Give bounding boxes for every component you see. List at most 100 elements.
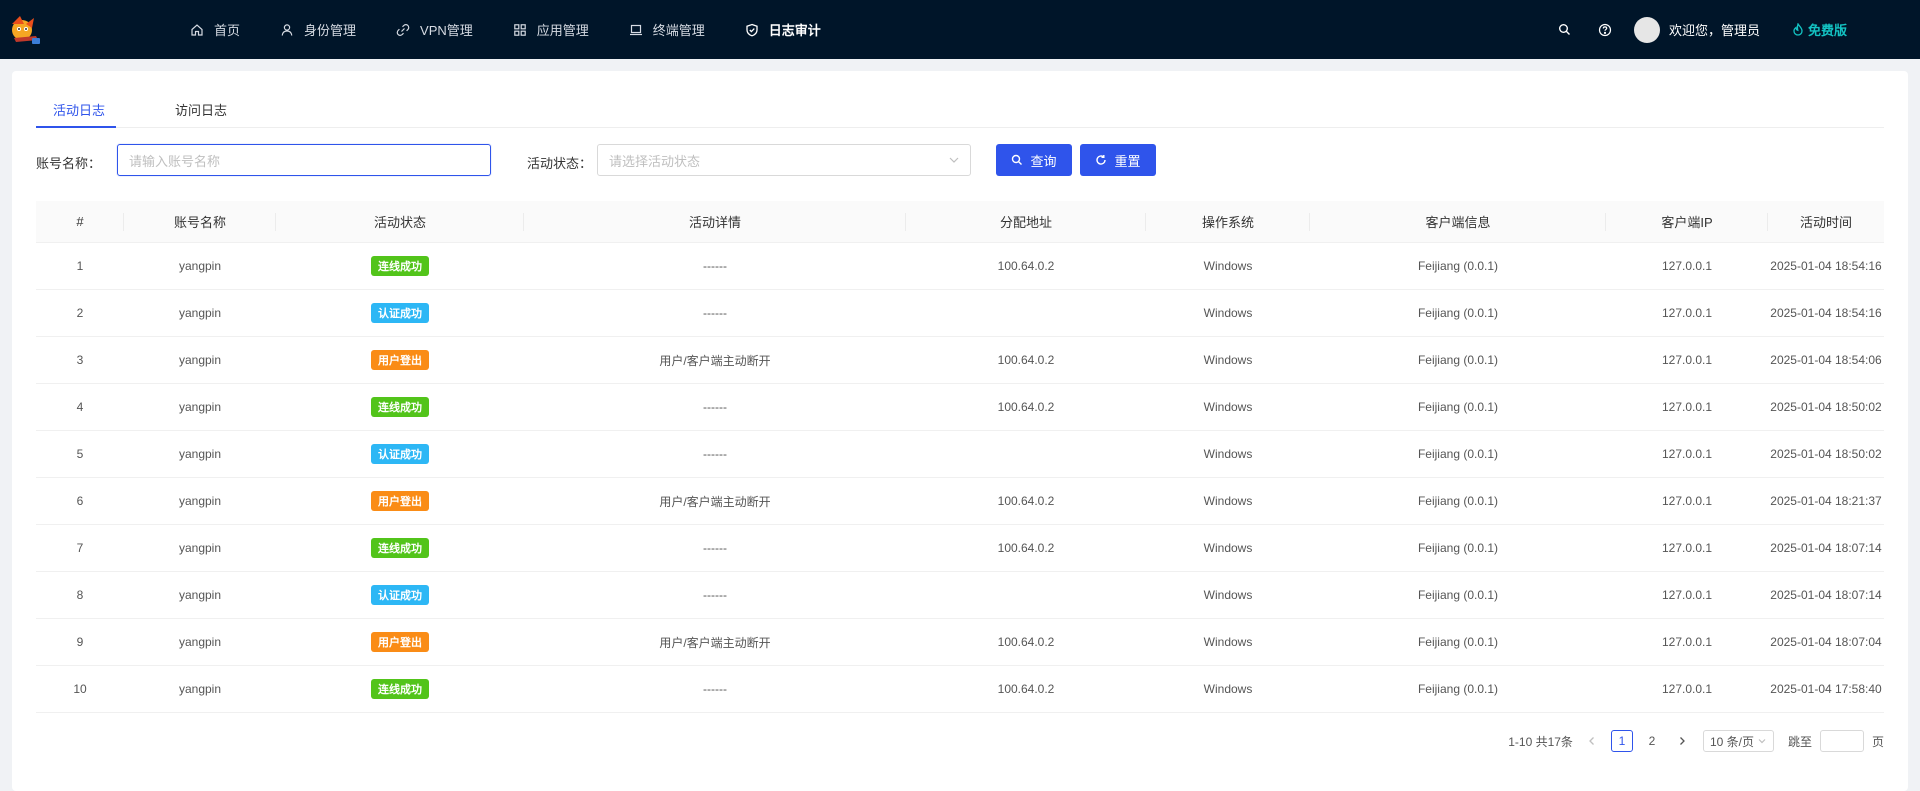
nav-item-apps[interactable]: 应用管理 (513, 0, 589, 59)
table-cell-account: yangpin (178, 400, 222, 414)
account-filter-label: 账号名称： (36, 156, 102, 171)
help-button[interactable] (1598, 23, 1612, 37)
table-cell-status: 用户登出 (276, 619, 524, 665)
avatar[interactable] (1633, 16, 1660, 43)
table-cell-client: Feijiang (0.0.1) (1417, 447, 1499, 461)
table-cell-time: 2025-01-04 18:07:14 (1770, 541, 1882, 555)
table-row: 9 yangpin 用户登出 用户/客户端主动断开 100.64.0.2 Windows F… (36, 619, 1884, 666)
table-cell-address: 100.64.0.2 (997, 400, 1055, 414)
nav-item-log-audit[interactable]: 日志审计 (745, 0, 821, 59)
tab-activity-log[interactable]: 活动日志 (53, 100, 105, 119)
page-1-button[interactable]: 1 (1610, 730, 1633, 752)
table-cell-index: 4 (76, 400, 84, 414)
search-icon (1558, 24, 1570, 35)
laptop-icon (629, 24, 642, 35)
table-cell-detail: 用户/客户端主动断开 (659, 635, 771, 650)
edition-link[interactable]: 免费版 (1792, 20, 1847, 39)
status-badge: 连线成功 (371, 256, 429, 276)
table-cell-detail: ------ (703, 541, 727, 555)
column-header-detail: 活动详情 (524, 201, 906, 242)
chevron-down-icon (949, 157, 959, 163)
table-cell-client: Feijiang (0.0.1) (1417, 541, 1499, 555)
table-cell-os: Windows (1203, 259, 1253, 273)
column-header-account: 账号名称 (124, 201, 276, 242)
table-row: 7 yangpin 连线成功 ------ 100.64.0.2 Windows Feiji… (36, 525, 1884, 572)
table-cell-account: yangpin (178, 447, 222, 461)
table-cell-index: 9 (76, 635, 84, 649)
table-cell-ip: 127.0.0.1 (1661, 588, 1713, 602)
column-header-index: # (36, 201, 124, 242)
status-badge: 认证成功 (371, 303, 429, 323)
jump-label: 跳至 (1787, 734, 1812, 749)
table-cell-address (906, 572, 1146, 618)
status-select[interactable]: 请选择活动状态 (597, 144, 971, 176)
table-cell-ip: 127.0.0.1 (1661, 682, 1713, 696)
search-button[interactable]: 查询 (996, 144, 1072, 176)
table-cell-client: Feijiang (0.0.1) (1417, 635, 1499, 649)
table-row: 8 yangpin 认证成功 ------ Windows Feijiang (0.0.1… (36, 572, 1884, 619)
nav-item-vpn[interactable]: VPN管理 (396, 0, 473, 59)
home-icon (191, 23, 203, 36)
table-cell-index: 2 (76, 306, 84, 320)
search-button[interactable] (1558, 23, 1571, 36)
nav-item-terminal[interactable]: 终端管理 (629, 0, 705, 59)
account-name-input[interactable]: 请输入账号名称 (117, 144, 491, 176)
nav-item-label: VPN管理 (420, 23, 473, 38)
table-cell-time: 2025-01-04 18:07:04 (1770, 635, 1882, 649)
status-filter-label: 活动状态： (527, 156, 593, 171)
table-cell-address (906, 290, 1146, 336)
table-cell-os: Windows (1203, 353, 1253, 367)
table-cell-account: yangpin (178, 306, 222, 320)
link-icon (396, 23, 410, 36)
table-cell-ip: 127.0.0.1 (1661, 541, 1713, 555)
reload-icon (1096, 155, 1107, 165)
welcome-text[interactable]: 欢迎您，管理员 (1669, 20, 1760, 39)
chevron-right-icon (1679, 737, 1685, 745)
prev-page-button[interactable] (1581, 730, 1603, 752)
nav-item-identity[interactable]: 身份管理 (280, 0, 356, 59)
table-cell-detail: ------ (703, 682, 727, 696)
edition-label: 免费版 (1807, 23, 1847, 38)
table-cell-ip: 127.0.0.1 (1661, 259, 1713, 273)
table-row: 10 yangpin 连线成功 ------ 100.64.0.2 Windows Feij… (36, 666, 1884, 713)
nav-item-label: 终端管理 (652, 23, 705, 38)
pagination: 1-10 共17条 1 2 10 条/页 跳至 页 (1508, 729, 1884, 753)
status-badge: 用户登出 (371, 632, 429, 652)
table-cell-os: Windows (1203, 541, 1253, 555)
table-cell-detail: ------ (703, 259, 727, 273)
reset-button[interactable]: 重置 (1080, 144, 1156, 176)
table-cell-detail: ------ (703, 306, 727, 320)
table-cell-status: 认证成功 (276, 431, 524, 477)
table-cell-status: 认证成功 (276, 572, 524, 618)
table-cell-address (906, 431, 1146, 477)
tab-access-log[interactable]: 访问日志 (175, 100, 227, 119)
table-cell-account: yangpin (178, 682, 222, 696)
table-cell-client: Feijiang (0.0.1) (1417, 588, 1499, 602)
page-suffix: 页 (1871, 734, 1884, 749)
column-header-client: 客户端信息 (1310, 201, 1606, 242)
column-header-status: 活动状态 (276, 201, 524, 242)
jump-page-input[interactable] (1819, 730, 1864, 752)
table-cell-ip: 127.0.0.1 (1661, 494, 1713, 508)
table-cell-time: 2025-01-04 18:50:02 (1770, 447, 1882, 461)
status-badge: 认证成功 (371, 585, 429, 605)
table-cell-client: Feijiang (0.0.1) (1417, 306, 1499, 320)
reset-button-label: 重置 (1114, 153, 1141, 169)
page-size-select[interactable]: 10 条/页 (1702, 730, 1774, 752)
app-logo[interactable] (6, 10, 46, 50)
table-cell-client: Feijiang (0.0.1) (1417, 400, 1499, 414)
column-header-time: 活动时间 (1799, 215, 1852, 230)
table-cell-status: 连线成功 (276, 666, 524, 712)
user-icon (281, 23, 293, 36)
page-2-button[interactable]: 2 (1641, 730, 1663, 752)
table-cell-address: 100.64.0.2 (997, 541, 1055, 555)
search-icon (1012, 154, 1023, 165)
nav-item-home[interactable]: 首页 (190, 0, 240, 59)
column-header-os: 操作系统 (1146, 201, 1310, 242)
table-header: # 账号名称 活动状态 活动详情 分配地址 操作系统 客户端信息 客户端IP 活动时间 (36, 201, 1884, 243)
table-cell-os: Windows (1203, 494, 1253, 508)
next-page-button[interactable] (1671, 730, 1693, 752)
table-cell-account: yangpin (178, 588, 222, 602)
table-cell-status: 连线成功 (276, 243, 524, 289)
table-cell-ip: 127.0.0.1 (1661, 353, 1713, 367)
